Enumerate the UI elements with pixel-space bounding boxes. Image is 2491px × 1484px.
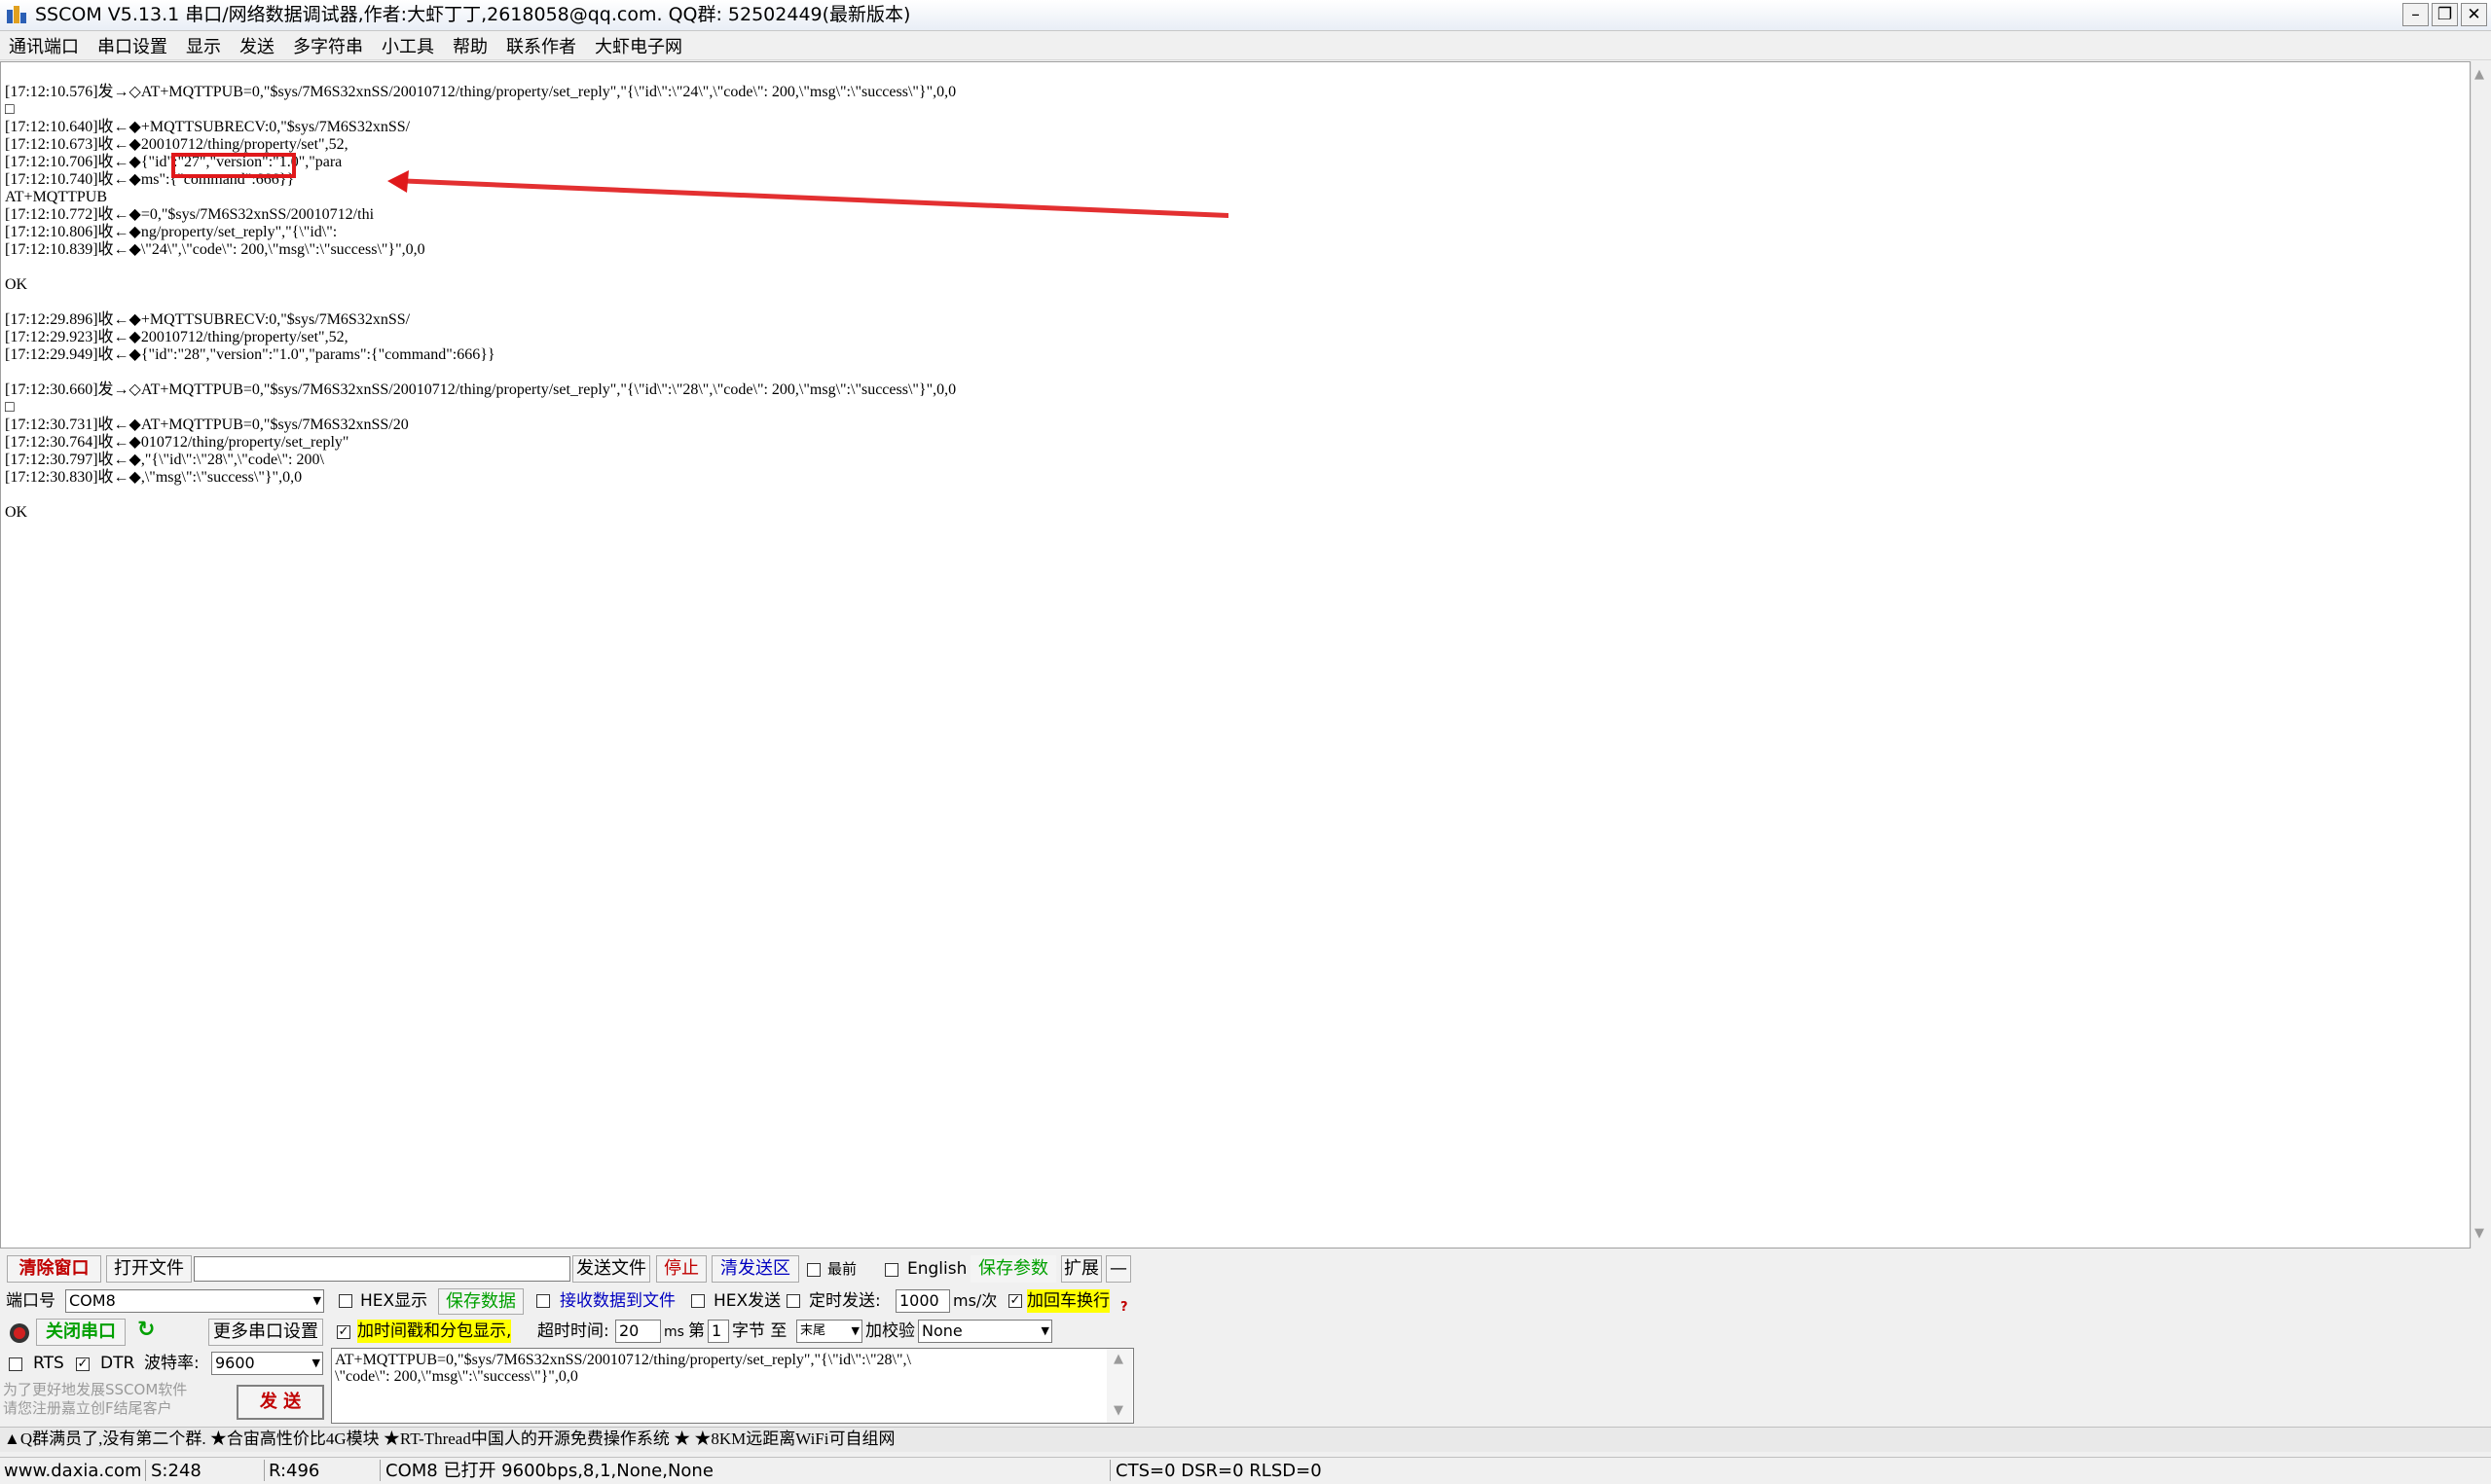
status-divider xyxy=(145,1460,146,1481)
byte-to-label: 字节 至 xyxy=(732,1321,788,1341)
send-textbox[interactable]: AT+MQTTPUB=0,"$sys/7M6S32xnSS/20010712/t… xyxy=(331,1348,1134,1424)
sent-count: S:248 xyxy=(151,1461,201,1481)
hex-send-label: HEX发送 xyxy=(714,1291,782,1311)
open-file-button[interactable]: 打开文件 xyxy=(106,1255,192,1283)
topmost-label: 最前 xyxy=(827,1260,858,1278)
english-label: English xyxy=(907,1259,968,1279)
port-status-icon xyxy=(10,1323,29,1343)
port-state: COM8 已打开 9600bps,8,1,None,None xyxy=(385,1461,714,1481)
timestamp-label: 加时间戳和分包显示, xyxy=(357,1320,512,1343)
status-divider xyxy=(380,1460,381,1481)
received-count: R:496 xyxy=(269,1461,320,1481)
baud-rate-value: 9600 xyxy=(215,1354,255,1372)
toolbar-row: 清除窗口 打开文件 发送文件 停止 清发送区 最前 English 保存参数 扩… xyxy=(0,1252,2491,1285)
add-crlf-label: 加回车换行 xyxy=(1027,1289,1110,1313)
scroll-up-arrow-icon[interactable]: ▲ xyxy=(1114,1352,1123,1366)
checksum-select[interactable]: None ▼ xyxy=(918,1320,1052,1343)
nth-label: 第 xyxy=(688,1321,705,1341)
rts-checkbox[interactable] xyxy=(9,1357,22,1371)
hex-display-checkbox[interactable] xyxy=(339,1294,352,1308)
website-link[interactable]: www.daxia.com xyxy=(4,1458,142,1484)
port-select-value: COM8 xyxy=(69,1291,116,1310)
expand-button[interactable]: 扩展 xyxy=(1061,1255,1102,1283)
chevron-down-icon: ▼ xyxy=(851,1324,860,1337)
save-data-button[interactable]: 保存数据 xyxy=(438,1288,524,1315)
recv-to-file-checkbox[interactable] xyxy=(536,1294,550,1308)
chevron-down-icon: ▼ xyxy=(1041,1324,1049,1337)
baud-rate-label: 波特率: xyxy=(144,1354,200,1373)
status-divider xyxy=(264,1460,265,1481)
chevron-down-icon: ▼ xyxy=(311,1357,320,1369)
english-checkbox[interactable] xyxy=(885,1263,898,1277)
port-select[interactable]: COM8 ▼ xyxy=(65,1289,324,1313)
promo-line-2[interactable]: 请您注册嘉立创F结尾客户 xyxy=(3,1399,172,1418)
stop-button[interactable]: 停止 xyxy=(656,1255,707,1283)
timeout-unit-label: ms xyxy=(664,1324,684,1340)
refresh-icon[interactable]: ↻ xyxy=(137,1319,155,1342)
port-row-2: 关闭串口 ↻ 更多串口设置 ✓ 加时间戳和分包显示, 超时时间: 20 ms 第… xyxy=(0,1317,2491,1347)
interval-unit-label: ms/次 xyxy=(953,1291,998,1310)
add-crlf-checkbox[interactable]: ✓ xyxy=(1008,1294,1022,1308)
chevron-down-icon: ▼ xyxy=(312,1294,321,1307)
timeout-label: 超时时间: xyxy=(537,1321,609,1341)
port-row-1: 端口号 COM8 ▼ HEX显示 保存数据 接收数据到文件 HEX发送 定时发送… xyxy=(0,1286,2491,1316)
ad-ticker[interactable]: ▲Q群满员了,没有第二个群. ★合宙高性价比4G模块 ★RT-Thread中国人… xyxy=(0,1427,2491,1452)
topmost-checkbox[interactable] xyxy=(807,1263,821,1277)
checksum-select-value: None xyxy=(922,1321,963,1340)
timed-send-label: 定时发送: xyxy=(809,1291,881,1311)
hex-display-label: HEX显示 xyxy=(360,1291,428,1311)
port-row-3: RTS ✓ DTR 波特率: 9600 ▼ 为了更好地发展SSCOM软件 请您注… xyxy=(0,1348,329,1426)
clear-send-button[interactable]: 清发送区 xyxy=(712,1255,799,1283)
more-serial-settings-button[interactable]: 更多串口设置 xyxy=(208,1319,323,1346)
file-path-input[interactable] xyxy=(194,1256,570,1282)
interval-input[interactable]: 1000 xyxy=(896,1289,950,1313)
dtr-checkbox[interactable]: ✓ xyxy=(76,1357,90,1371)
promo-line-1[interactable]: 为了更好地发展SSCOM软件 xyxy=(3,1381,187,1399)
send-text-line-1: AT+MQTTPUB=0,"$sys/7M6S32xnSS/20010712/t… xyxy=(335,1352,911,1368)
port-number-label: 端口号 xyxy=(6,1291,55,1311)
close-port-button[interactable]: 关闭串口 xyxy=(36,1319,126,1346)
send-file-button[interactable]: 发送文件 xyxy=(572,1255,650,1283)
checksum-label: 加校验 xyxy=(865,1321,915,1341)
collapse-button[interactable]: — xyxy=(1106,1255,1131,1283)
end-select-value: 末尾 xyxy=(800,1323,826,1338)
send-scrollbar[interactable]: ▲ ▼ xyxy=(1107,1349,1132,1423)
baud-rate-select[interactable]: 9600 ▼ xyxy=(211,1352,323,1375)
recv-to-file-label: 接收数据到文件 xyxy=(560,1291,676,1311)
modem-lines: CTS=0 DSR=0 RLSD=0 xyxy=(1116,1461,1322,1481)
clear-window-button[interactable]: 清除窗口 xyxy=(7,1255,101,1283)
hex-send-checkbox[interactable] xyxy=(691,1294,705,1308)
end-select[interactable]: 末尾 ▼ xyxy=(796,1320,862,1343)
status-bar: www.daxia.com S:248 R:496 COM8 已打开 9600b… xyxy=(0,1457,2491,1484)
timeout-input[interactable]: 20 xyxy=(615,1320,661,1343)
nth-input[interactable]: 1 xyxy=(708,1320,729,1343)
timed-send-checkbox[interactable] xyxy=(787,1294,800,1308)
send-text-line-2: \"code\": 200,\"msg\":\"success\"}",0,0 xyxy=(335,1368,578,1385)
save-params-button[interactable]: 保存参数 xyxy=(971,1255,1056,1283)
dtr-label: DTR xyxy=(100,1354,135,1373)
timestamp-checkbox[interactable]: ✓ xyxy=(337,1325,350,1339)
scroll-down-arrow-icon[interactable]: ▼ xyxy=(1114,1403,1123,1418)
rts-label: RTS xyxy=(33,1354,64,1373)
send-button[interactable]: 发 送 xyxy=(237,1385,324,1420)
status-divider xyxy=(1110,1460,1111,1481)
